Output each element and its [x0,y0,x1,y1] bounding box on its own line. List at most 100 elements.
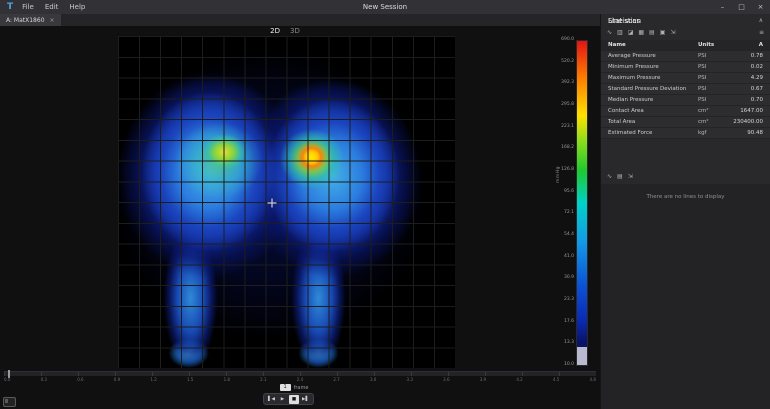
viewer: 2D3D 690.0520.2392.3295.8223.1168.2126.8… [0,26,600,409]
timeline-tick: 3.0 [370,377,376,382]
area-chart-icon[interactable]: ◪ [628,29,634,36]
color-scale-tick: 17.6 [564,319,574,324]
mode-2d-button[interactable]: 2D [270,27,280,35]
stat-name: Contact Area [601,106,694,117]
timeline-tick: 1.5 [187,377,193,382]
color-scale-tick: 95.6 [564,189,574,194]
timeline-tick: 2.4 [297,377,303,382]
color-scale-tick: 392.3 [561,80,574,85]
color-scale-tick: 126.8 [561,167,574,172]
stat-name: Average Pressure [601,51,694,62]
timeline-tick: 4.8 [590,377,596,382]
maximize-button[interactable]: □ [732,0,751,14]
table-icon[interactable]: ▦ [638,29,644,36]
stats-col-name: Name [601,40,694,51]
timeline-tick: 3.3 [407,377,413,382]
export-icon[interactable]: ⇲ [628,173,633,180]
grid-icon[interactable]: ▤ [617,173,623,180]
stat-units: PSI [694,95,729,106]
last-frame-button[interactable]: ▶▌ [301,395,310,404]
stat-name: Total Area [601,117,694,128]
timeline-tick: 2.1 [260,377,266,382]
timeline-ticks: 0.00.30.60.91.21.51.82.12.42.73.03.33.63… [4,377,596,382]
frame-control: 1 frame [244,384,344,391]
panel-menu-icon[interactable]: ≡ [759,29,764,36]
color-scale-tick: 690.0 [561,37,574,42]
menu-file[interactable]: File [22,3,34,11]
color-scale-tick: 223.1 [561,124,574,129]
color-scale-tick: 10.0 [564,362,574,367]
panel-toggle-glyph [5,399,8,403]
stat-units: PSI [694,51,729,62]
color-scale-tick: 520.2 [561,59,574,64]
stat-value: 0.70 [729,95,770,106]
color-scale-tick: 72.1 [564,210,574,215]
stat-name: Minimum Pressure [601,62,694,73]
line-scan-header[interactable]: Line scan ∧ [601,14,770,27]
stat-value: 90.48 [729,128,770,139]
stat-units: PSI [694,62,729,73]
stats-header-row: NameUnitsA [601,40,770,51]
color-scale-tick: 30.9 [564,275,574,280]
line-scan-collapse-icon[interactable]: ∧ [759,17,763,24]
timeline-scrubber[interactable] [4,371,596,376]
stats-row: Maximum PressurePSI4.29 [601,73,770,84]
stat-units: cm² [694,117,729,128]
mode-3d-button[interactable]: 3D [290,27,300,35]
menu-edit[interactable]: Edit [45,3,59,11]
timeline-tick: 4.2 [516,377,522,382]
statistics-toolbar: ∿ ▥ ◪ ▦ ▤ ▣ ⇲ ≡ [601,27,770,38]
timeline-tick: 0.3 [41,377,47,382]
color-scale-tick: 168.2 [561,145,574,150]
tab-matx1860[interactable]: A: MatX1860 × [0,14,61,26]
line-chart-icon[interactable]: ∿ [607,173,612,180]
stats-row: Total Areacm²230400.00 [601,117,770,128]
export-icon[interactable]: ⇲ [670,29,675,36]
first-frame-button[interactable]: ▌◀ [267,395,276,404]
view-mode-toggle: 2D 3D [245,27,325,35]
line-chart-icon[interactable]: ∿ [607,29,612,36]
timeline-tick: 0.6 [77,377,83,382]
app-window: T File Edit Help New Session – □ × A: Ma… [0,0,770,409]
stat-units: PSI [694,84,729,95]
timeline-tick: 4.5 [553,377,559,382]
stop-button[interactable]: ■ [289,395,299,404]
stat-value: 0.02 [729,62,770,73]
color-scale-tick: 41.0 [564,254,574,259]
tab-close-icon[interactable]: × [50,17,55,24]
color-scale-tick: 23.3 [564,297,574,302]
play-button[interactable]: ▶ [278,395,287,404]
timeline-tick: 2.7 [333,377,339,382]
stat-value: 0.67 [729,84,770,95]
stat-name: Estimated Force [601,128,694,139]
pressure-heatmap[interactable] [118,36,455,368]
panel-toggle-icon[interactable] [3,397,16,407]
stat-name: Standard Pressure Deviation [601,84,694,95]
color-scale-tick: 13.3 [564,340,574,345]
bar-chart-icon[interactable]: ▥ [617,29,623,36]
menu-help[interactable]: Help [69,3,85,11]
playback-controls: ▌◀▶■▶▌ [263,393,314,405]
stats-col-a: A [729,40,770,51]
stats-row: Contact Areacm²1647.00 [601,106,770,117]
cursor-crosshair-icon [268,198,277,207]
stats-row: Average PressurePSI0.78 [601,51,770,62]
titlebar: T File Edit Help New Session – □ × [0,0,770,14]
color-scale-ticks: 690.0520.2392.3295.8223.1168.2126.895.67… [538,37,574,367]
close-button[interactable]: × [751,0,770,14]
stat-units: PSI [694,73,729,84]
grid-icon[interactable]: ▤ [649,29,655,36]
snapshot-icon[interactable]: ▣ [660,29,666,36]
stat-units: kgf [694,128,729,139]
stats-row: Minimum PressurePSI0.02 [601,62,770,73]
timeline-tick: 1.2 [150,377,156,382]
frame-input[interactable]: 1 [280,384,291,391]
stat-name: Median Pressure [601,95,694,106]
stats-col-units: Units [694,40,729,51]
stats-row: Standard Pressure DeviationPSI0.67 [601,84,770,95]
stat-value: 0.78 [729,51,770,62]
timeline-tick: 3.9 [480,377,486,382]
app-logo[interactable]: T [7,0,13,14]
minimize-button[interactable]: – [713,0,732,14]
line-scan-empty-message: There are no lines to display [646,194,724,200]
